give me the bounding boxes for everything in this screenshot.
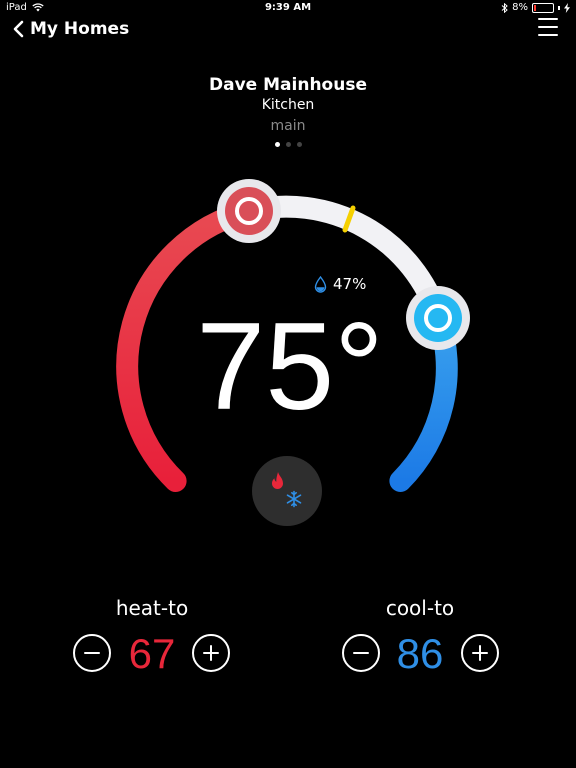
current-temperature: 75° — [196, 298, 384, 436]
heat-to-label: heat-to — [115, 596, 189, 620]
cool-increase-button[interactable] — [461, 634, 499, 672]
water-drop-icon — [314, 275, 327, 293]
heat-to-value: 67 — [128, 630, 176, 677]
humidity-value: 47% — [333, 275, 367, 293]
heat-setpoint-handle[interactable] — [217, 179, 281, 243]
mode-button[interactable] — [252, 456, 322, 526]
snowflake-icon — [286, 490, 302, 508]
heat-increase-button[interactable] — [192, 634, 230, 672]
cool-to-value: 86 — [396, 630, 444, 677]
cool-to-label: cool-to — [385, 596, 455, 620]
cool-setpoint-handle[interactable] — [406, 286, 470, 350]
cool-decrease-button[interactable] — [342, 634, 380, 672]
heat-decrease-button[interactable] — [73, 634, 111, 672]
humidity-readout: 47% — [314, 275, 366, 293]
